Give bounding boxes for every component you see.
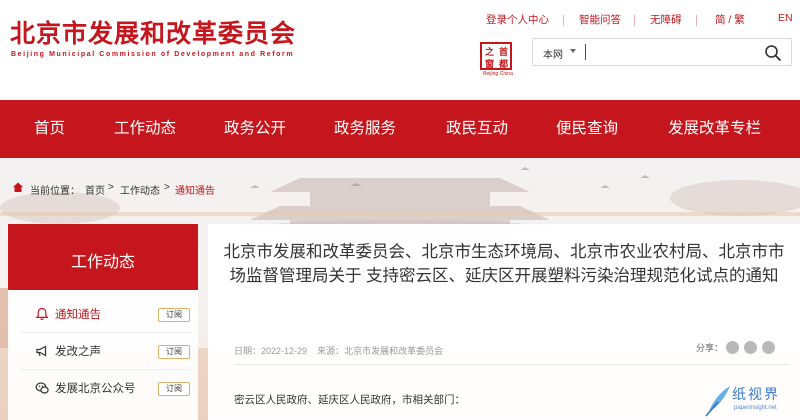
sidebar-title: 工作动态	[70, 254, 135, 271]
top-links: 登录个人中心 智能问答 无障碍 简 / 繁 EN	[478, 12, 794, 28]
subscribe-button[interactable]: 订阅	[158, 308, 190, 322]
wechat-share-icon[interactable]	[744, 341, 757, 354]
share-label: 分享：	[696, 343, 724, 353]
megaphone-icon	[36, 345, 47, 357]
nav-item-reform-column[interactable]: 发展改革专栏	[668, 100, 761, 158]
site-header: 北京市发展和改革委员会 Beijing Municipal Commission…	[0, 0, 800, 100]
accessibility-link[interactable]: 无障碍	[650, 12, 682, 27]
subscribe-button[interactable]: 订阅	[158, 345, 190, 359]
language-switch-link[interactable]: 简 / 繁	[715, 12, 745, 27]
divider	[563, 15, 564, 26]
subscribe-button[interactable]: 订阅	[158, 382, 190, 396]
watermark-url: paperinsight.net	[734, 405, 777, 411]
breadcrumb-label: 当前位置：	[30, 186, 80, 197]
breadcrumb-separator: >	[164, 182, 170, 193]
chevron-down-icon[interactable]	[570, 49, 576, 53]
article-body-first-line: 密云区人民政府、延庆区人民政府，市相关部门：	[234, 394, 465, 406]
weibo-share-icon[interactable]	[726, 341, 739, 354]
breadcrumb-item-work-news[interactable]: 工作动态	[120, 182, 160, 197]
nav-item-work-news[interactable]: 工作动态	[114, 100, 176, 158]
english-link[interactable]: EN	[778, 12, 793, 24]
divider	[696, 15, 697, 26]
article-date: 2022-12-29	[261, 346, 308, 356]
bell-icon	[35, 307, 49, 320]
sidebar-item-label: 发改之声	[55, 346, 101, 358]
text-cursor	[585, 44, 586, 60]
search-box: 本网	[532, 38, 792, 66]
source-label: 来源：	[317, 346, 345, 356]
divider	[634, 15, 635, 26]
date-label: 日期：	[234, 346, 262, 356]
nav-item-gov-affairs[interactable]: 政务公开	[224, 100, 286, 158]
sidebar-item-notices[interactable]: 通知通告 订阅	[8, 296, 198, 332]
feather-logo-icon	[705, 386, 730, 417]
sidebar-item-voice[interactable]: 发改之声 订阅	[8, 333, 198, 369]
nav-item-gov-services[interactable]: 政务服务	[334, 100, 396, 158]
home-icon	[12, 181, 24, 196]
sidebar: 工作动态 通知通告 订阅 发改之声 订阅 发展北京公众号 订阅	[8, 224, 198, 420]
wechat-icon	[35, 382, 49, 394]
divider	[234, 364, 790, 365]
sidebar-item-wechat[interactable]: 发展北京公众号 订阅	[8, 370, 198, 406]
site-subtitle: Beijing Municipal Commission of Developm…	[11, 51, 295, 58]
login-link[interactable]: 登录个人中心	[486, 12, 549, 27]
logo-char: 窗	[485, 59, 495, 69]
sidebar-header: 工作动态	[8, 224, 198, 290]
main-nav: 首页 工作动态 政务公开 政务服务 政民互动 便民查询 发展改革专栏	[0, 100, 800, 158]
search-input[interactable]	[589, 43, 749, 61]
sidebar-item-label: 发展北京公众号	[55, 383, 136, 395]
smart-qa-link[interactable]: 智能问答	[579, 12, 621, 27]
search-button[interactable]	[763, 43, 783, 63]
qq-share-icon[interactable]	[762, 341, 775, 354]
article-source: 北京市发展和改革委员会	[344, 346, 444, 356]
article-title: 北京市发展和改革委员会、北京市生态环境局、北京市农业农村局、北京市市场监督管理局…	[223, 243, 785, 285]
breadcrumb-item-current[interactable]: 通知通告	[175, 182, 215, 197]
breadcrumb-item-home[interactable]: 首页	[85, 182, 105, 197]
watermark: 纸视界 paperinsight.net	[700, 380, 800, 420]
sidebar-item-label: 通知通告	[55, 309, 101, 321]
logo-caption: Beijing·China	[483, 71, 513, 77]
search-scope-select[interactable]: 本网	[543, 46, 563, 61]
logo-char: 都	[499, 59, 509, 69]
capital-window-logo[interactable]: 首 都 之 窗 Beijing·China	[474, 40, 522, 80]
search-icon	[765, 45, 781, 61]
breadcrumb-separator: >	[108, 182, 114, 193]
watermark-text: 纸视界	[732, 387, 780, 403]
nav-item-home[interactable]: 首页	[34, 100, 65, 158]
logo-frame: 首 都 之 窗	[480, 42, 512, 70]
nav-item-public-query[interactable]: 便民查询	[556, 100, 618, 158]
site-title[interactable]: 北京市发展和改革委员会	[10, 14, 296, 50]
nav-item-interaction[interactable]: 政民互动	[446, 100, 508, 158]
article-meta: 日期：2022-12-29 来源：北京市发展和改革委员会	[234, 344, 443, 357]
